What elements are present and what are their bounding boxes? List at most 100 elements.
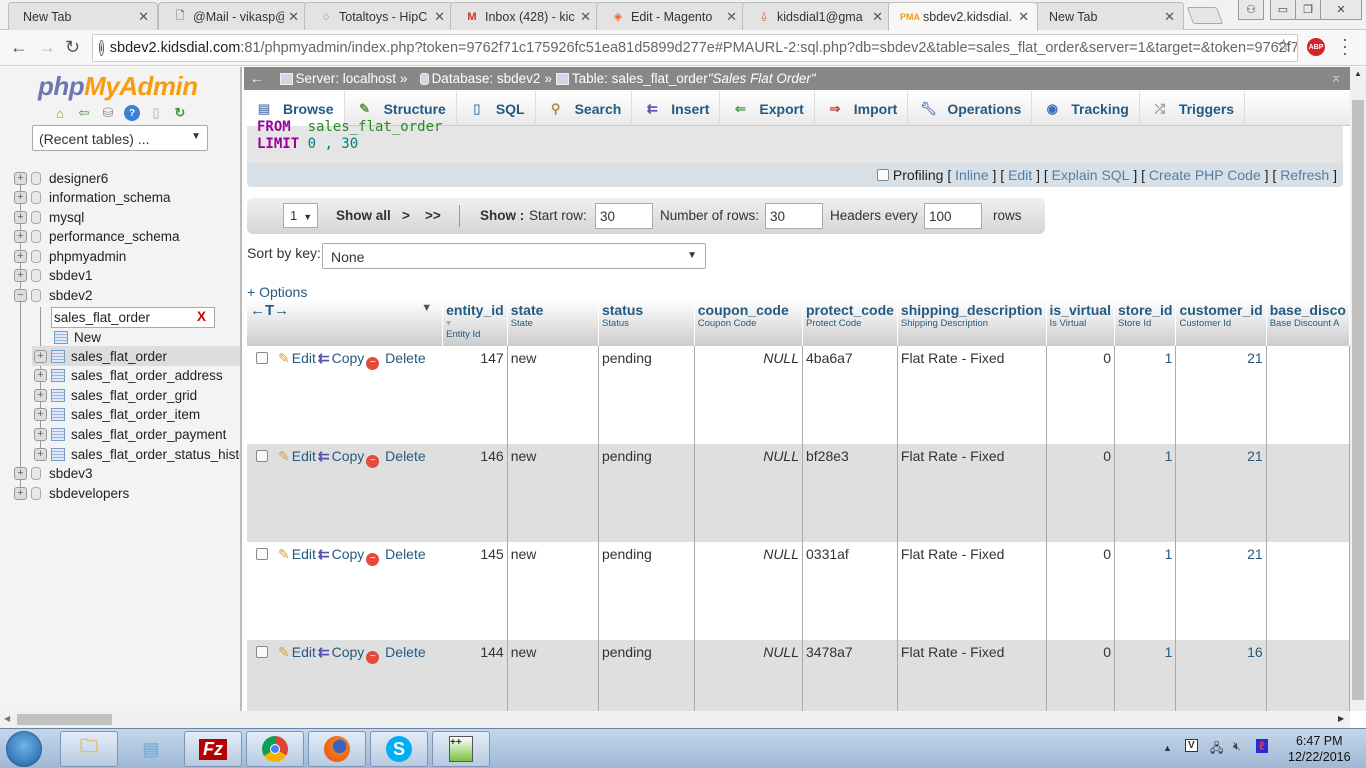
- close-tab-icon[interactable]: ✕: [726, 9, 737, 25]
- next-page-button[interactable]: >: [402, 208, 410, 223]
- network-icon[interactable]: 🖧: [1210, 739, 1223, 760]
- db-item-mysql[interactable]: + mysql: [14, 207, 84, 227]
- column-menu-icon[interactable]: ▼: [421, 302, 432, 314]
- recent-tables-select[interactable]: (Recent tables) ... ▼: [32, 125, 208, 151]
- cell-status[interactable]: pending: [598, 640, 695, 711]
- close-tab-icon[interactable]: ✕: [434, 9, 445, 25]
- cell-shipping-description[interactable]: Flat Rate - Fixed: [897, 346, 1047, 444]
- browser-tab[interactable]: New Tab ✕: [1034, 2, 1184, 30]
- edit-link[interactable]: Edit: [292, 448, 316, 464]
- volume-muted-icon[interactable]: 🔇︎: [1233, 739, 1241, 754]
- column-header-status[interactable]: status Status: [598, 300, 695, 346]
- expand-icon[interactable]: +: [14, 171, 27, 185]
- headers-every-input[interactable]: 100: [924, 203, 982, 229]
- back-icon[interactable]: ←: [10, 37, 28, 58]
- close-tab-icon[interactable]: ✕: [138, 9, 149, 25]
- cell-coupon-code[interactable]: NULL: [694, 346, 804, 444]
- delete-link[interactable]: Delete: [385, 350, 425, 366]
- cell-customer-id[interactable]: 21: [1175, 444, 1267, 542]
- explain-sql-link[interactable]: Explain SQL: [1052, 167, 1130, 183]
- browser-tab-active[interactable]: PMA sbdev2.kidsdial. ✕: [888, 2, 1038, 31]
- expand-icon[interactable]: +: [34, 407, 47, 421]
- cell-is-virtual[interactable]: 0: [1046, 444, 1115, 542]
- cell-state[interactable]: new: [507, 444, 599, 542]
- table-item-sales-flat-order-item[interactable]: + sales_flat_order_item: [34, 404, 200, 424]
- cell-entity-id[interactable]: 144: [442, 640, 508, 711]
- tab-import[interactable]: ⇒ Import: [815, 91, 909, 126]
- collapse-nav-icon[interactable]: ←: [250, 71, 264, 86]
- column-header-is-virtual[interactable]: is_virtual Is Virtual: [1046, 300, 1115, 346]
- start-row-input[interactable]: 30: [595, 203, 653, 229]
- cell-base-discount[interactable]: [1266, 542, 1350, 640]
- cell-shipping-description[interactable]: Flat Rate - Fixed: [897, 640, 1047, 711]
- user-profile-icon[interactable]: ⚇: [1238, 0, 1264, 20]
- db-item-sbdev2[interactable]: − sbdev2: [14, 285, 93, 305]
- cell-base-discount[interactable]: [1266, 346, 1350, 444]
- explorer-icon[interactable]: 🗀: [60, 731, 118, 767]
- expand-icon[interactable]: +: [34, 447, 47, 461]
- reload-icon[interactable]: ↻: [65, 37, 80, 58]
- tab-sql[interactable]: ▯ SQL: [457, 91, 536, 126]
- cell-status[interactable]: pending: [598, 346, 695, 444]
- expand-icon[interactable]: +: [14, 466, 27, 480]
- cell-store-id[interactable]: 1: [1114, 542, 1177, 640]
- minimize-button[interactable]: ▭: [1270, 0, 1296, 20]
- table-item-sales-flat-order[interactable]: + sales_flat_order: [34, 346, 167, 366]
- reload-navigation-icon[interactable]: ↻: [172, 105, 188, 121]
- table-item-sales-flat-order-payment[interactable]: + sales_flat_order_payment: [34, 424, 226, 444]
- breadcrumb-database[interactable]: Database: sbdev2: [432, 71, 541, 86]
- cell-state[interactable]: new: [507, 346, 599, 444]
- cell-store-id[interactable]: 1: [1114, 346, 1177, 444]
- cell-state[interactable]: new: [507, 640, 599, 711]
- cell-is-virtual[interactable]: 0: [1046, 346, 1115, 444]
- db-item-phpmyadmin[interactable]: + phpmyadmin: [14, 246, 126, 266]
- cell-is-virtual[interactable]: 0: [1046, 542, 1115, 640]
- close-tab-icon[interactable]: ✕: [288, 9, 299, 25]
- collapse-icon[interactable]: −: [14, 288, 27, 302]
- column-header-base-discount[interactable]: base_disco Base Discount A: [1266, 300, 1350, 346]
- close-tab-icon[interactable]: ✕: [580, 9, 591, 25]
- close-tab-icon[interactable]: ✕: [872, 9, 883, 25]
- cell-entity-id[interactable]: 146: [442, 444, 508, 542]
- column-header-coupon-code[interactable]: coupon_code Coupon Code: [694, 300, 804, 346]
- cell-protect-code[interactable]: 4ba6a7: [802, 346, 898, 444]
- show-hidden-icons[interactable]: ▲: [1163, 743, 1172, 753]
- new-tab-button[interactable]: [1186, 7, 1224, 24]
- expand-icon[interactable]: +: [14, 190, 27, 204]
- cell-entity-id[interactable]: 145: [442, 542, 508, 640]
- tab-tracking[interactable]: ◉ Tracking: [1032, 91, 1140, 126]
- browser-tab[interactable]: M Inbox (428) - kic ✕: [450, 2, 600, 30]
- new-table-item[interactable]: New: [54, 327, 101, 347]
- edit-link[interactable]: Edit: [292, 546, 316, 562]
- db-item-performance-schema[interactable]: + performance_schema: [14, 226, 180, 246]
- cell-base-discount[interactable]: [1266, 640, 1350, 711]
- vertical-scrollbar[interactable]: ▲: [1350, 67, 1366, 711]
- clear-filter-button[interactable]: X: [197, 309, 206, 324]
- tray-app-icon[interactable]: V: [1185, 739, 1198, 752]
- scrollbar-thumb[interactable]: [1352, 100, 1364, 700]
- delete-link[interactable]: Delete: [385, 546, 425, 562]
- expand-icon[interactable]: +: [14, 268, 27, 282]
- db-item-sbdevelopers[interactable]: + sbdevelopers: [14, 483, 129, 503]
- scrollbar-thumb[interactable]: [17, 714, 112, 725]
- expand-icon[interactable]: +: [14, 249, 27, 263]
- inline-edit-link[interactable]: Inline: [955, 167, 988, 183]
- profiling-checkbox[interactable]: [876, 169, 889, 181]
- page-select[interactable]: 1 ▼: [283, 203, 318, 228]
- skype-icon[interactable]: S: [370, 731, 428, 767]
- scroll-top-icon[interactable]: ⌅: [1330, 69, 1342, 86]
- scroll-up-icon[interactable]: ▲: [1354, 69, 1362, 78]
- cell-protect-code[interactable]: 0331af: [802, 542, 898, 640]
- column-header-customer-id[interactable]: customer_id Customer Id: [1175, 300, 1267, 346]
- cell-shipping-description[interactable]: Flat Rate - Fixed: [897, 542, 1047, 640]
- cell-entity-id[interactable]: 147: [442, 346, 508, 444]
- info-icon[interactable]: i: [99, 40, 104, 56]
- expand-icon[interactable]: +: [34, 368, 47, 382]
- browser-tab[interactable]: ◌ Totaltoys - HipC ✕: [304, 2, 454, 30]
- notepad-plus-plus-icon[interactable]: ++: [432, 731, 490, 767]
- cell-coupon-code[interactable]: NULL: [694, 640, 804, 711]
- expand-icon[interactable]: +: [34, 349, 47, 363]
- horizontal-scrollbar[interactable]: ◀ ▶: [0, 711, 1350, 728]
- copy-link[interactable]: Copy: [332, 448, 365, 464]
- column-header-state[interactable]: state State: [507, 300, 599, 346]
